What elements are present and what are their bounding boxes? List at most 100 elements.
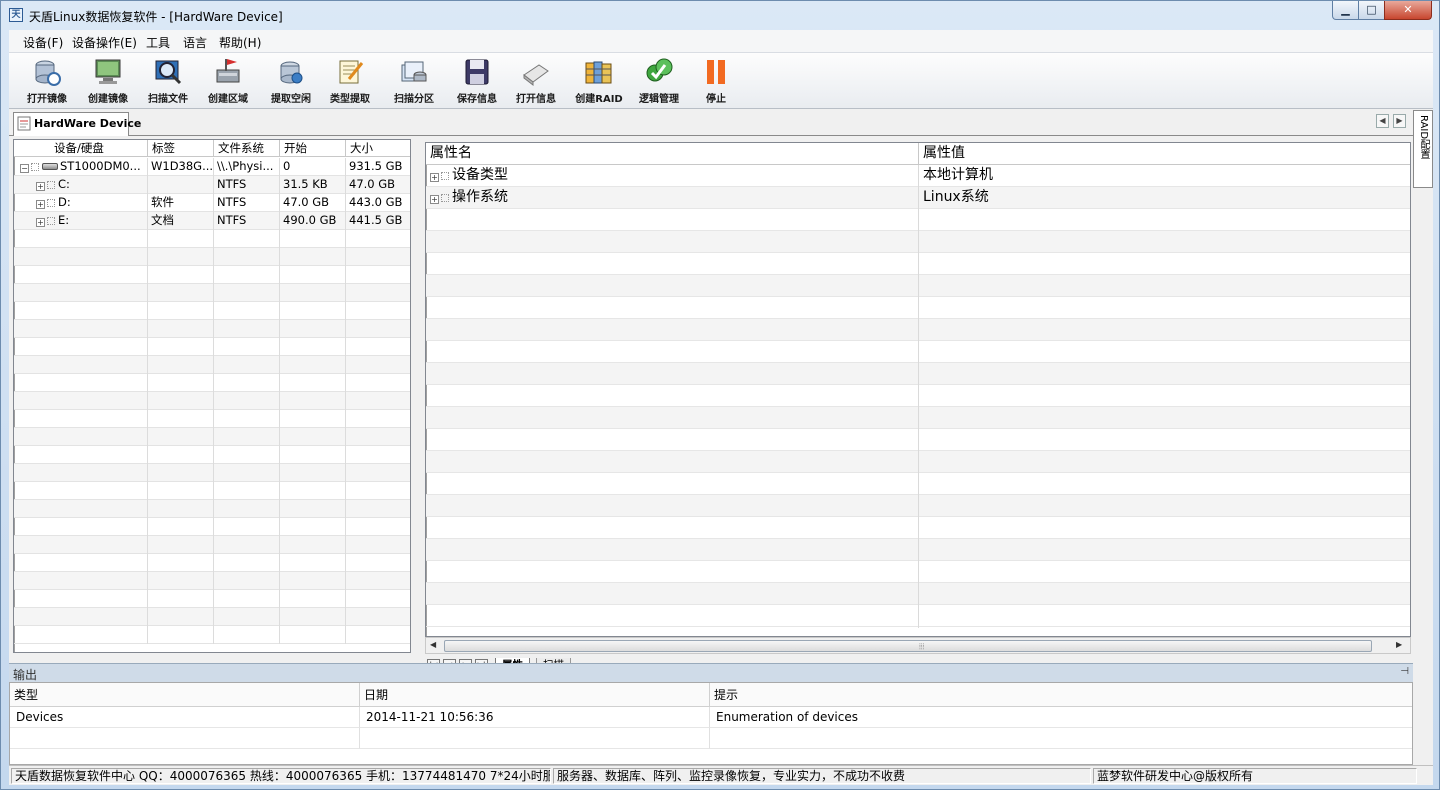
cell-property-value (919, 429, 1410, 451)
toolbar: 打开镜像 创建镜像 扫描文件 创建区域 提取空闲 类型提取 扫描分区 保存信息 … (9, 53, 1433, 109)
create-raid-button[interactable]: 创建RAID (570, 57, 628, 107)
cell-property-value (919, 297, 1410, 319)
cell-name (14, 338, 148, 356)
cell-property-value (919, 341, 1410, 363)
cell-property-name (426, 341, 918, 363)
col-property-value[interactable]: 属性值 (919, 143, 1410, 165)
expand-icon[interactable]: + (36, 200, 45, 209)
col-hint[interactable]: 提示 (710, 683, 1412, 707)
col-date[interactable]: 日期 (360, 683, 710, 707)
cell-label (148, 302, 214, 320)
col-type[interactable]: 类型 (10, 683, 360, 707)
pin-icon[interactable]: ⊣ (1400, 666, 1409, 677)
tab-scroll-right-icon[interactable]: ▶ (1393, 114, 1406, 128)
menu-help[interactable]: 帮助(H) (219, 34, 261, 51)
raid-config-strip[interactable]: RAID配置 (1413, 110, 1433, 188)
stop-button[interactable]: 停止 (687, 57, 745, 107)
scroll-right-icon[interactable]: ▶ (1396, 640, 1402, 649)
cell-fs (214, 482, 280, 500)
device-table: 设备/硬盘 标签 文件系统 开始 大小 − ST1000DM0... W1D38G.… (13, 139, 411, 653)
col-filesystem[interactable]: 文件系统 (214, 140, 280, 157)
cell-fs (214, 518, 280, 536)
title-bar[interactable]: 天 天盾Linux数据恢复软件 - [HardWare Device] ▁ □ … (1, 1, 1439, 30)
save-info-button[interactable]: 保存信息 (448, 57, 506, 107)
scrollbar-thumb[interactable]: ⦙⦙⦙ (444, 640, 1372, 652)
col-property-name[interactable]: 属性名 (426, 143, 919, 165)
cell-name (14, 590, 148, 608)
cell-name (14, 428, 148, 446)
cell-start (280, 428, 346, 446)
device-table-header: 设备/硬盘 标签 文件系统 开始 大小 (14, 140, 410, 157)
cell-size (346, 320, 410, 338)
tree-node-icon (31, 163, 39, 171)
cell-property-value: 本地计算机 (923, 167, 993, 183)
menu-device[interactable]: 设备(F) (23, 34, 63, 51)
col-size[interactable]: 大小 (346, 140, 410, 157)
minimize-button[interactable]: ▁ (1332, 1, 1359, 20)
create-region-button[interactable]: 创建区域 (199, 57, 257, 107)
cell-name: − ST1000DM0... (14, 158, 148, 176)
expand-icon[interactable]: + (430, 173, 439, 182)
save-info-icon (465, 59, 489, 85)
open-image-button[interactable]: 打开镜像 (18, 57, 76, 107)
col-start[interactable]: 开始 (280, 140, 346, 157)
device-row[interactable]: + D: 软件 NTFS 47.0 GB 443.0 GB (14, 194, 410, 212)
cell-size (346, 392, 410, 410)
expand-icon[interactable]: + (430, 195, 439, 204)
scan-files-button[interactable]: 扫描文件 (139, 57, 197, 107)
tree-node-icon (441, 194, 449, 202)
cell-label (148, 518, 214, 536)
menu-device-ops[interactable]: 设备操作(E) (72, 34, 137, 51)
cell-fs (214, 374, 280, 392)
open-info-button[interactable]: 打开信息 (507, 57, 565, 107)
cell-fs (214, 320, 280, 338)
tab-scroll-left-icon[interactable]: ◀ (1376, 114, 1389, 128)
type-extract-button[interactable]: 类型提取 (321, 57, 379, 107)
cell-fs (214, 590, 280, 608)
cell-name (14, 626, 148, 644)
cell-property-value (919, 407, 1410, 429)
application-window: 天 天盾Linux数据恢复软件 - [HardWare Device] ▁ □ … (0, 0, 1440, 790)
device-row[interactable]: + C: NTFS 31.5 KB 47.0 GB (14, 176, 410, 194)
cell-property-name (426, 539, 918, 561)
extract-free-button[interactable]: 提取空闲 (262, 57, 320, 107)
cell-name (14, 284, 148, 302)
cell-name (14, 266, 148, 284)
empty-row (14, 356, 410, 374)
device-row[interactable]: − ST1000DM0... W1D38G... \\.\Physi... 0 931.5… (14, 158, 410, 176)
cell-start (280, 338, 346, 356)
tab-hardware-device[interactable]: HardWare Device (13, 112, 141, 136)
maximize-button[interactable]: □ (1358, 1, 1385, 20)
expand-icon[interactable]: + (36, 182, 45, 191)
create-image-button[interactable]: 创建镜像 (79, 57, 137, 107)
cell-name (14, 410, 148, 428)
cell-property-name (426, 605, 918, 627)
scan-partition-button[interactable]: 扫描分区 (385, 57, 443, 107)
cell-fs (214, 500, 280, 518)
horizontal-scrollbar[interactable]: ◀ ⦙⦙⦙ ▶ (425, 637, 1411, 654)
cell-size (346, 356, 410, 374)
create-image-icon (95, 59, 121, 84)
logic-manage-button[interactable]: 逻辑管理 (630, 57, 688, 107)
cell-label (148, 374, 214, 392)
scroll-left-icon[interactable]: ◀ (430, 640, 436, 649)
cell-fs (214, 356, 280, 374)
col-label[interactable]: 标签 (148, 140, 214, 157)
cell-fs (214, 608, 280, 626)
cell-start (280, 536, 346, 554)
status-contact: 天盾数据恢复软件中心 QQ：4000076365 热线：4000076365 手… (11, 768, 551, 784)
menu-language[interactable]: 语言 (183, 34, 207, 51)
cell-size (346, 446, 410, 464)
collapse-icon[interactable]: − (20, 164, 29, 173)
cell-fs (214, 230, 280, 248)
cell-property-value: Linux系统 (923, 189, 989, 205)
create-image-label: 创建镜像 (88, 94, 128, 105)
output-cell-date: 2014-11-21 10:56:36 (360, 707, 710, 728)
close-button[interactable]: ✕ (1384, 1, 1432, 20)
menu-bar: 设备(F) 设备操作(E) 工具 语言 帮助(H) (9, 30, 1433, 53)
menu-tools[interactable]: 工具 (146, 34, 170, 51)
cell-fs (214, 572, 280, 590)
device-row[interactable]: + E: 文档 NTFS 490.0 GB 441.5 GB (14, 212, 410, 230)
col-device[interactable]: 设备/硬盘 (14, 140, 148, 157)
expand-icon[interactable]: + (36, 218, 45, 227)
